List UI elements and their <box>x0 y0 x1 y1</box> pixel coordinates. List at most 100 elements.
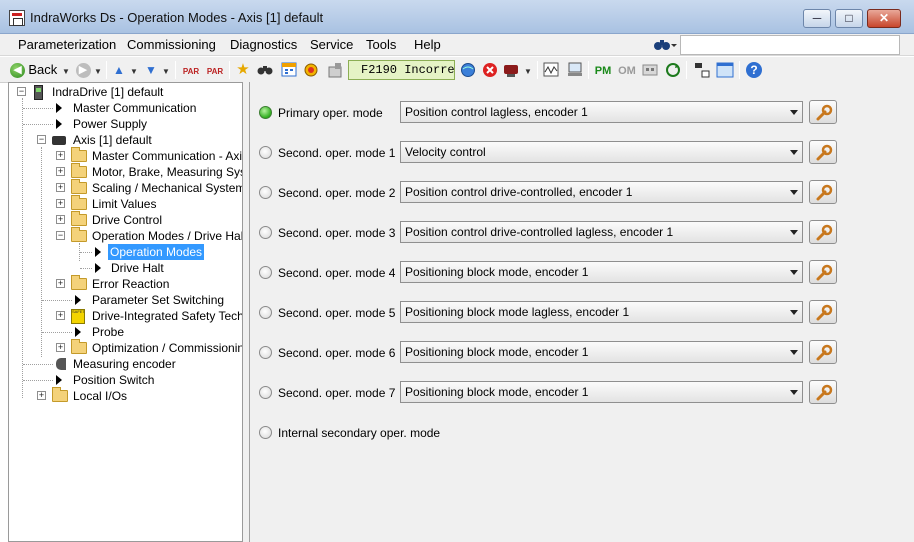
tree-item-optimization[interactable]: + Optimization / Commissioning <box>9 339 242 356</box>
expand-icon[interactable]: + <box>56 311 65 320</box>
parameter-compare-button[interactable] <box>641 60 659 80</box>
tree-item-position-switch[interactable]: Position Switch <box>9 372 242 388</box>
mode-settings-button[interactable] <box>809 260 837 284</box>
mode-active-indicator[interactable] <box>259 306 272 319</box>
clear-error-button[interactable] <box>481 60 499 80</box>
navigate-down-button[interactable]: ▼ <box>143 60 159 80</box>
mode-select[interactable]: Positioning block mode, encoder 1 <box>400 261 803 283</box>
mode-settings-button[interactable] <box>809 380 837 404</box>
tree-item-limit-values[interactable]: + Limit Values <box>9 195 242 212</box>
tree-item-probe[interactable]: Probe <box>9 324 242 340</box>
mode-active-indicator[interactable] <box>259 186 272 199</box>
mode-settings-button[interactable] <box>809 340 837 364</box>
expand-icon[interactable]: + <box>56 215 65 224</box>
mode-settings-button[interactable] <box>809 180 837 204</box>
back-history-dropdown[interactable]: ▼ <box>60 60 72 80</box>
commissioning-assistant-button[interactable] <box>566 60 584 80</box>
mode-active-indicator[interactable] <box>259 346 272 359</box>
close-button[interactable]: ✕ <box>867 9 901 28</box>
tree-item-drive-halt[interactable]: Drive Halt <box>9 260 242 276</box>
split-view-button[interactable] <box>693 60 711 80</box>
help-button[interactable]: ? <box>745 60 763 80</box>
calendar-button[interactable] <box>280 60 298 80</box>
om-mode-button[interactable]: OM <box>616 60 638 80</box>
collapse-icon[interactable]: − <box>17 87 26 96</box>
arrow-icon <box>75 295 81 305</box>
maximize-button[interactable]: □ <box>835 9 863 28</box>
mode-select[interactable]: Position control drive-controlled lagles… <box>400 221 803 243</box>
parameter-write-button[interactable]: PAR <box>204 60 226 80</box>
mode-select[interactable]: Position control lagless, encoder 1 <box>400 101 803 123</box>
expand-icon[interactable]: + <box>56 343 65 352</box>
navigation-tree[interactable]: − IndraDrive [1] default Master Communic… <box>8 82 243 542</box>
mode-active-indicator[interactable] <box>259 226 272 239</box>
operation-modes-panel: Primary oper. mode Position control lagl… <box>249 82 914 542</box>
back-button[interactable]: ◀ Back <box>10 60 58 80</box>
mode-select[interactable]: Positioning block mode, encoder 1 <box>400 341 803 363</box>
menu-tools[interactable]: Tools <box>366 37 396 52</box>
window-layout-button[interactable] <box>715 60 735 80</box>
mode-settings-button[interactable] <box>809 220 837 244</box>
minimize-button[interactable]: ─ <box>803 9 831 28</box>
online-button[interactable] <box>459 60 477 80</box>
expand-icon[interactable]: + <box>37 391 46 400</box>
menu-diagnostics[interactable]: Diagnostics <box>230 37 297 52</box>
search-input[interactable] <box>680 35 900 55</box>
menu-service[interactable]: Service <box>310 37 353 52</box>
menu-commissioning[interactable]: Commissioning <box>127 37 216 52</box>
error-settings-button[interactable] <box>302 60 320 80</box>
tree-item-operation-modes[interactable]: Operation Modes <box>9 244 242 260</box>
tree-item-operation-modes-drive-halt[interactable]: − Operation Modes / Drive Halt <box>9 227 242 244</box>
tree-item-drive-control[interactable]: + Drive Control <box>9 211 242 228</box>
collapse-icon[interactable]: − <box>37 135 46 144</box>
tree-item-motor-brake[interactable]: + Motor, Brake, Measuring System <box>9 163 242 180</box>
find-button[interactable] <box>256 60 274 80</box>
navigate-up-dropdown[interactable]: ▼ <box>128 60 140 80</box>
collapse-icon[interactable]: − <box>56 231 65 240</box>
mode-select[interactable]: Positioning block mode lagless, encoder … <box>400 301 803 323</box>
tree-item-master-communication[interactable]: Master Communication <box>9 100 242 116</box>
menu-parameterization[interactable]: Parameterization <box>18 37 116 52</box>
mode-active-indicator[interactable] <box>259 386 272 399</box>
menu-help[interactable]: Help <box>414 37 441 52</box>
mode-active-indicator[interactable] <box>259 266 272 279</box>
tree-item-measuring-encoder[interactable]: Measuring encoder <box>9 356 242 372</box>
expand-icon[interactable]: + <box>56 167 65 176</box>
mode-label: Second. oper. mode 6 <box>278 346 396 360</box>
enable-drive-button[interactable] <box>503 60 521 80</box>
forward-history-dropdown[interactable]: ▼ <box>92 60 104 80</box>
mode-settings-button[interactable] <box>809 100 837 124</box>
expand-icon[interactable]: + <box>56 199 65 208</box>
expand-icon[interactable]: + <box>56 151 65 160</box>
forward-button[interactable]: ▶ <box>74 60 92 80</box>
mode-settings-button[interactable] <box>809 300 837 324</box>
tree-item-indradrive[interactable]: − IndraDrive [1] default <box>9 84 242 100</box>
mode-active-indicator[interactable] <box>259 146 272 159</box>
navigate-down-dropdown[interactable]: ▼ <box>160 60 172 80</box>
navigate-up-button[interactable]: ▲ <box>111 60 127 80</box>
tree-item-local-ios[interactable]: + Local I/Os <box>9 387 242 404</box>
drive-status-button[interactable] <box>326 60 344 80</box>
search-binoculars-button[interactable] <box>652 36 678 53</box>
enable-drive-dropdown[interactable]: ▼ <box>522 60 534 80</box>
tree-item-master-communication-axis[interactable]: + Master Communication - Axis <box>9 147 242 164</box>
mode-select[interactable]: Velocity control <box>400 141 803 163</box>
mode-select[interactable]: Position control drive-controlled, encod… <box>400 181 803 203</box>
tree-item-axis[interactable]: − Axis [1] default <box>9 132 242 148</box>
tree-item-parameter-set-switching[interactable]: Parameter Set Switching <box>9 292 242 308</box>
mode-active-indicator[interactable] <box>259 106 272 119</box>
mode-settings-button[interactable] <box>809 140 837 164</box>
tree-item-scaling[interactable]: + Scaling / Mechanical System <box>9 179 242 196</box>
tree-item-power-supply[interactable]: Power Supply <box>9 116 242 132</box>
expand-icon[interactable]: + <box>56 183 65 192</box>
refresh-button[interactable] <box>664 60 682 80</box>
expand-icon[interactable]: + <box>56 279 65 288</box>
mode-active-indicator[interactable] <box>259 426 272 439</box>
parameter-read-button[interactable]: PAR <box>180 60 202 80</box>
tree-item-error-reaction[interactable]: + Error Reaction <box>9 275 242 292</box>
favorites-button[interactable]: ★ <box>234 60 252 80</box>
oscilloscope-button[interactable] <box>542 60 560 80</box>
pm-mode-button[interactable]: PM <box>592 60 614 80</box>
tree-item-safety-technology[interactable]: + SAFETY ON BOARD Drive-Integrated Safet… <box>9 308 242 324</box>
mode-select[interactable]: Positioning block mode, encoder 1 <box>400 381 803 403</box>
